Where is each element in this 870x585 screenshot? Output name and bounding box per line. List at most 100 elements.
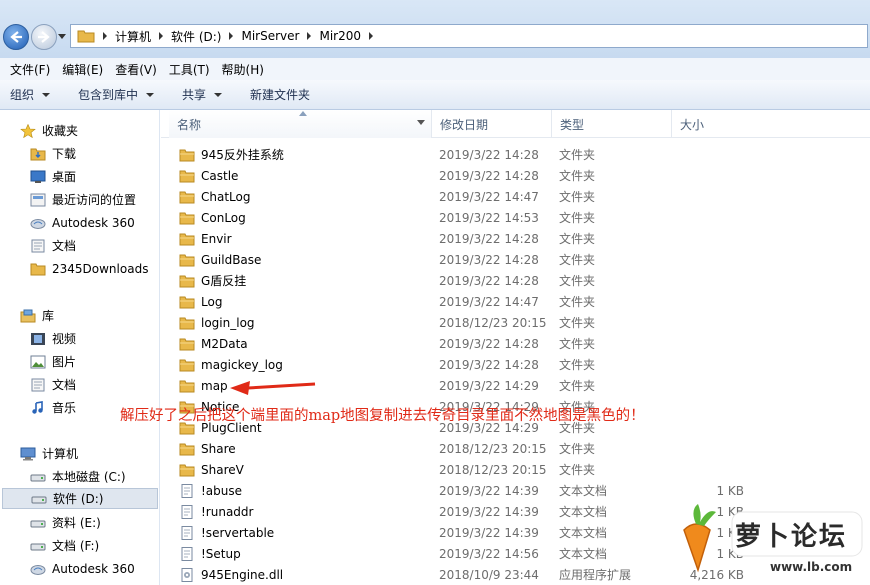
sidebar-item-drive-d[interactable]: 软件 (D:) <box>2 488 158 509</box>
arrow-left-icon <box>10 31 22 43</box>
file-row[interactable]: !abuse 2019/3/22 14:39 文本文档 1 KB <box>161 480 870 501</box>
file-row[interactable]: M2Data 2019/3/22 14:28 文件夹 <box>161 333 870 354</box>
video-icon <box>31 332 45 345</box>
sidebar-item-label: 文档 <box>52 239 77 253</box>
sidebar-item-drive-e[interactable]: 资料 (E:) <box>30 512 158 533</box>
sidebar-item-recent-places[interactable]: 最近访问的位置 <box>30 189 158 210</box>
file-name: ChatLog <box>201 189 251 204</box>
column-date-modified[interactable]: 修改日期 <box>432 110 552 138</box>
file-name-cell: ShareV <box>179 459 244 480</box>
navigation-pane: 收藏夹 下载 桌面 最近访问的位置 Autodesk 360 文档 2345Do… <box>0 110 160 585</box>
crumb-separator[interactable] <box>103 32 107 40</box>
file-name: login_log <box>201 315 255 330</box>
file-row[interactable]: magickey_log 2019/3/22 14:28 文件夹 <box>161 354 870 375</box>
sort-ascending-icon <box>299 111 307 116</box>
back-button[interactable] <box>3 24 29 50</box>
crumb-separator[interactable] <box>229 32 234 40</box>
crumb-mir200[interactable]: Mir200 <box>319 29 361 43</box>
file-name-cell: G盾反挂 <box>179 270 246 291</box>
organize-button[interactable]: 组织 <box>10 86 51 103</box>
cloud-drive-icon <box>30 218 46 229</box>
file-name-cell: M2Data <box>179 333 248 354</box>
sidebar-item-autodesk-360[interactable]: Autodesk 360 <box>30 212 158 233</box>
file-type: 文本文档 <box>559 547 608 561</box>
file-name: !Setup <box>201 546 241 561</box>
crumb-mirserver[interactable]: MirServer <box>241 29 299 43</box>
folder-icon <box>179 317 195 329</box>
file-row[interactable]: ConLog 2019/3/22 14:53 文件夹 <box>161 207 870 228</box>
file-row[interactable]: ShareV 2018/12/23 20:15 文件夹 <box>161 459 870 480</box>
documents-icon <box>31 378 45 391</box>
file-date: 2018/10/9 23:44 <box>439 567 539 582</box>
file-date: 2018/12/23 20:15 <box>439 462 547 477</box>
include-in-library-button[interactable]: 包含到库中 <box>78 86 155 103</box>
sidebar-item-autodesk-360-computer[interactable]: Autodesk 360 <box>30 558 158 579</box>
crumb-drive-d[interactable]: 软件 (D:) <box>171 28 221 45</box>
sidebar-item-videos[interactable]: 视频 <box>30 328 158 349</box>
share-button[interactable]: 共享 <box>182 86 223 103</box>
menu-view[interactable]: 查看(V) <box>109 61 163 78</box>
sidebar-favorites[interactable]: 收藏夹 <box>20 120 158 141</box>
file-row[interactable]: Envir 2019/3/22 14:28 文件夹 <box>161 228 870 249</box>
sidebar-item-documents[interactable]: 文档 <box>30 235 158 256</box>
menu-tools[interactable]: 工具(T) <box>163 61 216 78</box>
hard-drive-icon <box>30 474 46 481</box>
sidebar-item-2345downloads[interactable]: 2345Downloads <box>30 258 158 279</box>
file-name: Share <box>201 441 236 456</box>
caret-down-icon <box>146 92 155 97</box>
menu-file[interactable]: 文件(F) <box>4 61 56 78</box>
column-name-label: 名称 <box>177 117 202 132</box>
column-name[interactable]: 名称 <box>169 110 432 138</box>
file-date: 2019/3/22 14:29 <box>439 378 539 393</box>
address-box[interactable]: 计算机 软件 (D:) MirServer Mir200 <box>70 24 868 48</box>
column-header: 名称 修改日期 类型 大小 <box>161 110 870 138</box>
folder-icon <box>179 191 195 203</box>
file-name-cell: ChatLog <box>179 186 250 207</box>
file-name: !abuse <box>201 483 243 498</box>
sidebar-item-library-documents[interactable]: 文档 <box>30 374 158 395</box>
sidebar-computer[interactable]: 计算机 <box>20 443 158 464</box>
watermark-url: www.lb.com <box>770 560 853 574</box>
file-row[interactable]: login_log 2018/12/23 20:15 文件夹 <box>161 312 870 333</box>
dll-file-icon <box>181 567 193 582</box>
text-file-icon <box>181 525 193 540</box>
file-row[interactable]: Log 2019/3/22 14:47 文件夹 <box>161 291 870 312</box>
file-row[interactable]: ChatLog 2019/3/22 14:47 文件夹 <box>161 186 870 207</box>
sidebar-libraries[interactable]: 库 <box>20 305 158 326</box>
new-folder-button[interactable]: 新建文件夹 <box>250 86 310 103</box>
downloads-folder-icon <box>30 148 46 160</box>
file-date: 2019/3/22 14:28 <box>439 336 539 351</box>
sidebar-item-label: 音乐 <box>52 401 77 415</box>
crumb-separator[interactable] <box>159 32 164 40</box>
sidebar-item-drive-c[interactable]: 本地磁盘 (C:) <box>30 466 158 487</box>
forward-button[interactable] <box>31 24 57 50</box>
column-size[interactable]: 大小 <box>672 110 870 138</box>
file-name-cell: !Setup <box>179 543 241 564</box>
column-size-label: 大小 <box>680 117 705 132</box>
file-row[interactable]: Share 2018/12/23 20:15 文件夹 <box>161 438 870 459</box>
file-name-cell: 945反外挂系统 <box>179 144 284 165</box>
file-row[interactable]: G盾反挂 2019/3/22 14:28 文件夹 <box>161 270 870 291</box>
sidebar-item-drive-f[interactable]: 文档 (F:) <box>30 535 158 556</box>
computer-icon <box>20 447 36 460</box>
recent-pages-chevron-icon[interactable] <box>58 34 66 40</box>
folder-icon <box>179 233 195 245</box>
column-type[interactable]: 类型 <box>552 110 672 138</box>
sidebar-item-downloads[interactable]: 下载 <box>30 143 158 164</box>
chevron-down-icon[interactable] <box>417 120 425 125</box>
crumb-computer[interactable]: 计算机 <box>115 28 151 45</box>
crumb-separator[interactable] <box>369 32 373 40</box>
sidebar-item-pictures[interactable]: 图片 <box>30 351 158 372</box>
file-name-cell: login_log <box>179 312 255 333</box>
file-name: Envir <box>201 231 232 246</box>
file-date: 2019/3/22 14:56 <box>439 546 539 561</box>
menu-edit[interactable]: 编辑(E) <box>56 61 109 78</box>
file-row[interactable]: Castle 2019/3/22 14:28 文件夹 <box>161 165 870 186</box>
file-type: 文件夹 <box>559 358 596 372</box>
menu-help[interactable]: 帮助(H) <box>216 61 270 78</box>
folder-icon <box>179 149 195 161</box>
sidebar-item-desktop[interactable]: 桌面 <box>30 166 158 187</box>
file-row[interactable]: 945反外挂系统 2019/3/22 14:28 文件夹 <box>161 144 870 165</box>
file-row[interactable]: GuildBase 2019/3/22 14:28 文件夹 <box>161 249 870 270</box>
crumb-separator[interactable] <box>307 32 312 40</box>
